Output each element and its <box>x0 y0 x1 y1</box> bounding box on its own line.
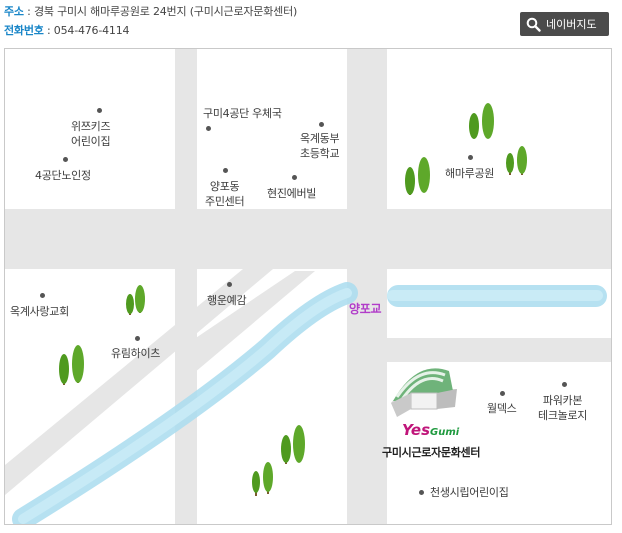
marker-dot <box>97 108 102 113</box>
phone-separator: : <box>46 24 51 37</box>
culture-center-building-icon <box>391 368 457 417</box>
address-text: 경북 구미시 해마루공원로 24번지 (구미시근로자문화센터) <box>33 5 298 18</box>
tree-icon <box>126 294 134 315</box>
marker-dot <box>562 382 567 387</box>
location-map[interactable]: 위쯔키즈 어린이집 4공단노인정 구미4공단 우체국 옥계동부 초등학교 양포동 주민… <box>4 48 612 525</box>
place-yangpo-bridge[interactable]: 양포교 <box>349 302 382 317</box>
place-haemaru-park[interactable]: 해마루공원 <box>445 166 494 181</box>
marker-dot <box>468 155 473 160</box>
place-welldex[interactable]: 월덱스 <box>487 401 517 416</box>
marker-dot <box>40 293 45 298</box>
marker-dot <box>419 490 424 495</box>
place-hyunjin-everville[interactable]: 현진에버빌 <box>267 186 316 201</box>
place-yurim-heights[interactable]: 유림하이츠 <box>111 346 160 361</box>
place-okgye-school[interactable]: 옥계동부 초등학교 <box>300 131 340 161</box>
place-power-carbon[interactable]: 파워카본 테크놀로지 <box>538 393 587 423</box>
tree-icon <box>59 354 69 385</box>
place-haengun-yegam[interactable]: 행운예감 <box>207 293 247 308</box>
tree-icon <box>405 167 415 195</box>
place-post-office[interactable]: 구미4공단 우체국 <box>203 106 282 121</box>
naver-map-button[interactable]: 네이버지도 <box>520 12 609 36</box>
phone-line: 전화번호 : 054-476-4114 <box>4 22 130 38</box>
place-yangpo-community-center[interactable]: 양포동 주민센터 <box>205 179 245 209</box>
tree-icon <box>469 113 479 139</box>
phone-label: 전화번호 <box>4 24 44 37</box>
place-okgye-sarang-church[interactable]: 옥계사랑교회 <box>10 304 69 319</box>
tree-icon <box>135 285 145 313</box>
tree-icon <box>517 146 527 175</box>
tree-icon <box>72 345 84 383</box>
right-horizontal-road <box>347 338 611 362</box>
left-vertical-road <box>175 49 197 524</box>
address-label: 주소 <box>4 5 24 18</box>
tree-icon <box>252 471 260 496</box>
phone-text: 054-476-4114 <box>53 24 130 37</box>
place-culture-center[interactable]: 구미시근로자문화센터 <box>382 445 481 460</box>
marker-dot <box>206 126 211 131</box>
marker-dot <box>319 122 324 127</box>
marker-dot <box>63 157 68 162</box>
tree-icon <box>263 462 273 494</box>
marker-dot <box>135 336 140 341</box>
main-horizontal-road <box>5 209 611 269</box>
tree-icon <box>506 153 514 175</box>
place-senior-center[interactable]: 4공단노인정 <box>35 168 91 183</box>
address-line: 주소 : 경북 구미시 해마루공원로 24번지 (구미시근로자문화센터) <box>4 3 297 19</box>
naver-map-button-label: 네이버지도 <box>546 18 597 31</box>
place-wizkids[interactable]: 위쯔키즈 어린이집 <box>71 119 111 149</box>
tree-icon <box>418 157 430 193</box>
marker-dot <box>292 175 297 180</box>
marker-dot <box>223 168 228 173</box>
tree-icon <box>482 103 494 139</box>
yes-gumi-logo: YesGumi <box>402 421 459 439</box>
logo-gumi: Gumi <box>430 427 460 438</box>
marker-dot <box>500 391 505 396</box>
marker-dot <box>227 282 232 287</box>
logo-yes: Yes <box>402 421 431 439</box>
tree-icon <box>293 425 305 463</box>
place-cheonsaeng-daycare[interactable]: 천생시립어린이집 <box>430 485 509 500</box>
address-separator: : <box>27 5 31 18</box>
search-icon <box>526 17 541 32</box>
tree-icon <box>281 435 291 464</box>
